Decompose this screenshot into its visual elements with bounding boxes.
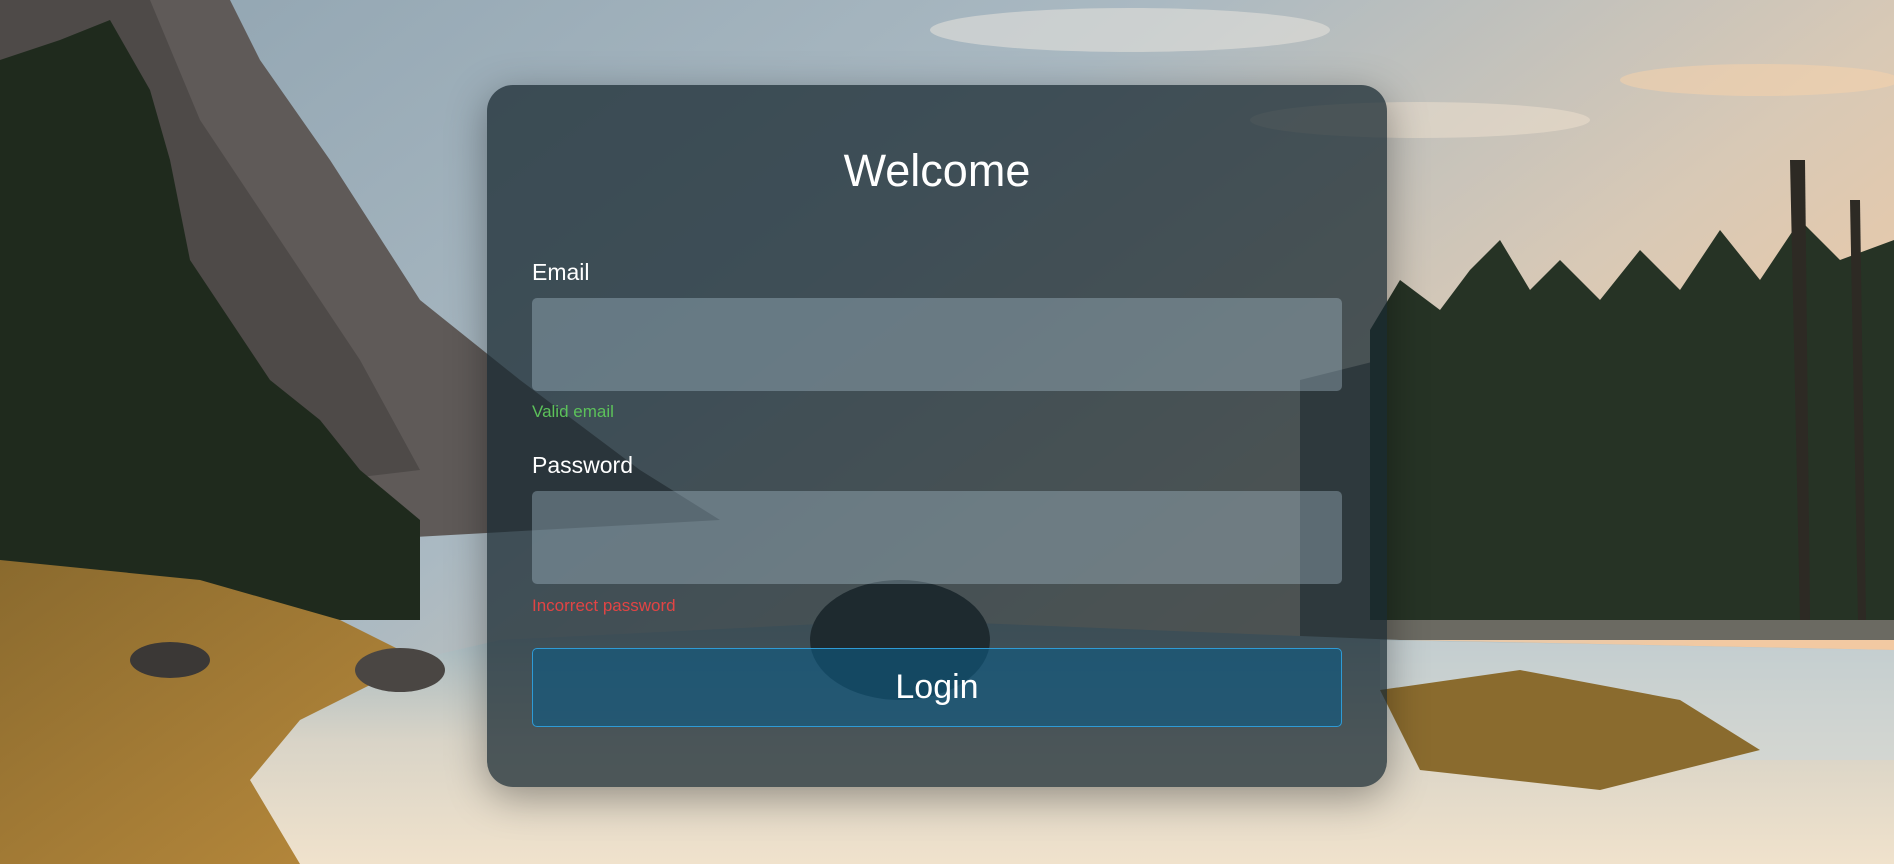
email-input[interactable] bbox=[532, 298, 1342, 391]
page-title: Welcome bbox=[843, 145, 1031, 196]
password-label: Password bbox=[532, 452, 633, 478]
password-input[interactable] bbox=[532, 491, 1342, 584]
password-validation-message: Incorrect password bbox=[532, 596, 676, 615]
login-button[interactable]: Login bbox=[532, 648, 1342, 727]
email-validation-message: Valid email bbox=[532, 402, 614, 421]
login-card: Welcome Email Valid email Password Incor… bbox=[487, 85, 1387, 787]
email-label: Email bbox=[532, 259, 590, 285]
